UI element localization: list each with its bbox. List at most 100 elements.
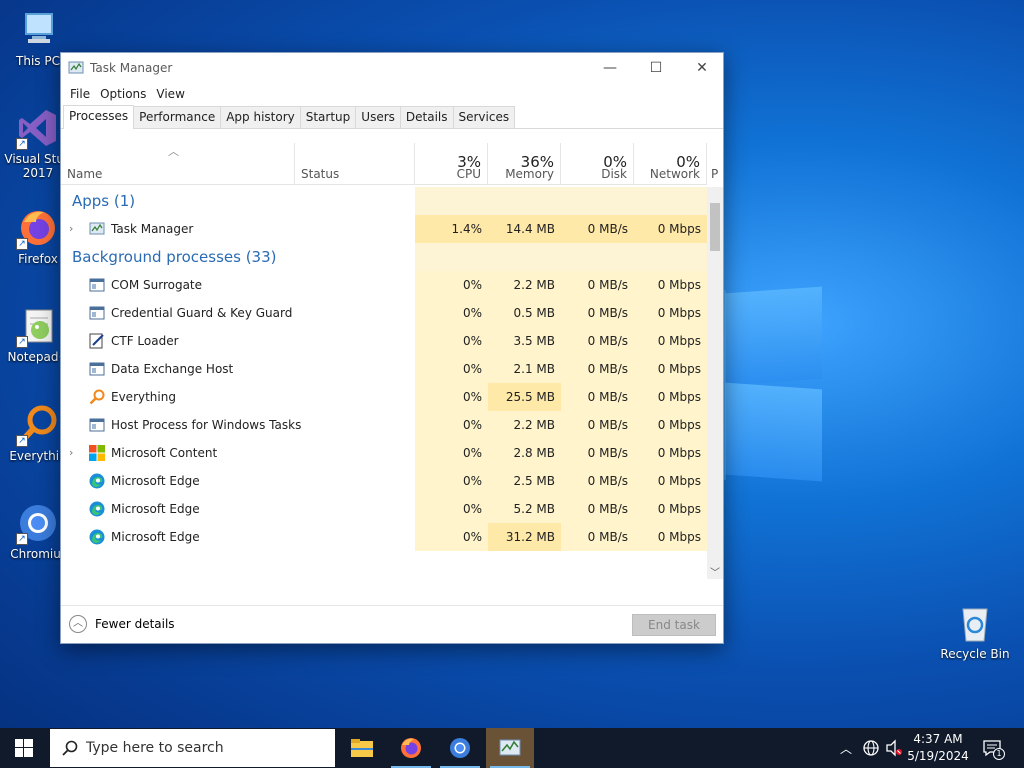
chevron-right-icon[interactable]: › xyxy=(69,215,73,243)
tab-details[interactable]: Details xyxy=(399,106,454,128)
taskbar-task-manager[interactable] xyxy=(486,728,534,768)
process-disk: 0 MB/s xyxy=(561,523,634,551)
taskbar-file-explorer[interactable] xyxy=(338,728,386,768)
tab-users[interactable]: Users xyxy=(355,106,401,128)
group-heading-background[interactable]: Background processes (33) xyxy=(61,243,707,271)
group-label-apps: Apps (1) xyxy=(72,192,136,210)
column-header-cpu[interactable]: 3% CPU xyxy=(415,143,488,185)
process-name: Credential Guard & Key Guard xyxy=(111,306,293,320)
action-center-button[interactable]: 1 xyxy=(982,728,1005,768)
column-label-power-truncated: P xyxy=(711,167,719,181)
end-task-button[interactable]: End task xyxy=(632,614,716,636)
column-label-name: Name xyxy=(67,167,103,181)
start-button[interactable] xyxy=(0,728,48,768)
process-row[interactable]: › Task Manager 1.4% 14.4 MB 0 MB/s 0 Mbp… xyxy=(61,215,707,243)
search-placeholder: Type here to search xyxy=(86,740,224,756)
firefox-icon xyxy=(401,738,421,758)
process-network: 0 Mbps xyxy=(634,299,707,327)
process-row[interactable]: CTF Loader 0% 3.5 MB 0 MB/s 0 Mbps xyxy=(61,327,707,355)
chevron-right-icon[interactable]: › xyxy=(69,439,73,467)
search-icon xyxy=(62,740,78,756)
process-memory: 2.1 MB xyxy=(488,355,561,383)
process-row[interactable]: Microsoft Edge 0% 2.5 MB 0 MB/s 0 Mbps xyxy=(61,467,707,495)
tab-startup[interactable]: Startup xyxy=(299,106,357,128)
sort-up-icon: ︿ xyxy=(168,145,179,158)
process-name: CTF Loader xyxy=(111,334,179,348)
process-row[interactable]: Everything 0% 25.5 MB 0 MB/s 0 Mbps xyxy=(61,383,707,411)
magnifier-icon xyxy=(89,389,105,405)
menu-options[interactable]: Options xyxy=(95,87,151,101)
process-memory: 3.5 MB xyxy=(488,327,561,355)
footer-bar: ︿ Fewer details End task xyxy=(61,605,723,643)
process-name: Data Exchange Host xyxy=(111,362,234,376)
desktop-icon-recycle-bin[interactable]: Recycle Bin xyxy=(939,601,1011,661)
tab-app-history[interactable]: App history xyxy=(220,106,301,128)
process-disk: 0 MB/s xyxy=(561,271,634,299)
show-hidden-icons[interactable]: ︿ xyxy=(840,728,852,768)
column-header-status[interactable]: Status xyxy=(295,143,415,185)
tab-services[interactable]: Services xyxy=(452,106,516,128)
group-label-background: Background processes (33) xyxy=(72,248,277,266)
vertical-scroll-thumb[interactable] xyxy=(710,203,720,251)
volume-muted-icon xyxy=(886,739,902,757)
process-name: Microsoft Edge xyxy=(111,502,200,516)
process-row[interactable]: COM Surrogate 0% 2.2 MB 0 MB/s 0 Mbps xyxy=(61,271,707,299)
process-disk: 0 MB/s xyxy=(561,439,634,467)
process-row[interactable]: Host Process for Windows Tasks 0% 2.2 MB 0 … xyxy=(61,411,707,439)
title-bar[interactable]: Task Manager — ☐ ✕ xyxy=(61,53,723,83)
chevron-up-icon: ︿ xyxy=(69,615,87,633)
column-header-power[interactable]: P xyxy=(707,143,723,185)
process-memory: 2.5 MB xyxy=(488,467,561,495)
menu-view[interactable]: View xyxy=(151,87,189,101)
window-title: Task Manager xyxy=(90,61,173,75)
taskbar-firefox[interactable] xyxy=(387,728,435,768)
taskbar-clock[interactable]: 4:37 AM 5/19/2024 xyxy=(902,731,974,765)
network-tray-button[interactable] xyxy=(862,728,880,768)
process-name: COM Surrogate xyxy=(111,278,203,292)
maximize-button[interactable]: ☐ xyxy=(633,53,679,83)
process-disk: 0 MB/s xyxy=(561,495,634,523)
process-rows: Apps (1) › Task Manager 1.4% 14.4 MB 0 M… xyxy=(61,187,707,551)
notepad-plus-plus-icon: ↗ xyxy=(16,304,60,348)
column-header-memory[interactable]: 36% Memory xyxy=(488,143,561,185)
close-icon: ✕ xyxy=(696,60,708,76)
column-label-disk: Disk xyxy=(601,167,627,181)
close-button[interactable]: ✕ xyxy=(679,53,725,83)
computer-icon xyxy=(16,8,60,52)
clock-time: 4:37 AM xyxy=(913,732,963,746)
tab-processes[interactable]: Processes xyxy=(63,105,135,129)
process-row[interactable]: Microsoft Edge 0% 5.2 MB 0 MB/s 0 Mbps xyxy=(61,495,707,523)
minimize-button[interactable]: — xyxy=(587,53,633,83)
process-row[interactable]: Credential Guard & Key Guard 0% 0.5 MB 0 MB… xyxy=(61,299,707,327)
process-cpu: 0% xyxy=(415,467,488,495)
vertical-scrollbar[interactable]: ﹀ xyxy=(707,187,723,579)
fewer-details-button[interactable]: ︿ Fewer details xyxy=(69,615,175,633)
task-manager-window: Task Manager — ☐ ✕ File Options View Pro… xyxy=(60,52,724,644)
process-name: Microsoft Edge xyxy=(111,530,200,544)
scroll-down-icon[interactable]: ﹀ xyxy=(710,564,720,579)
column-label-cpu: CPU xyxy=(456,167,481,181)
taskbar-search-box[interactable]: Type here to search xyxy=(50,729,335,767)
notification-count-badge: 1 xyxy=(993,748,1005,760)
column-header-name[interactable]: ︿ Name xyxy=(61,143,295,185)
group-heading-apps[interactable]: Apps (1) xyxy=(61,187,707,215)
column-header-disk[interactable]: 0% Disk xyxy=(561,143,634,185)
process-memory: 25.5 MB xyxy=(488,383,561,411)
volume-tray-button[interactable] xyxy=(885,728,903,768)
network-globe-icon xyxy=(863,740,879,756)
column-header-row: ︿ Name Status 3% CPU 36% Memory 0% Disk … xyxy=(61,143,718,185)
microsoft-logo-icon xyxy=(89,445,105,461)
process-memory: 14.4 MB xyxy=(488,215,561,243)
taskbar-chromium[interactable] xyxy=(436,728,484,768)
tab-performance[interactable]: Performance xyxy=(133,106,222,128)
menu-bar: File Options View xyxy=(61,83,723,105)
menu-file[interactable]: File xyxy=(65,87,95,101)
process-row[interactable]: › Microsoft Content 0% 2.8 MB 0 MB/s 0 Mbps xyxy=(61,439,707,467)
column-header-network[interactable]: 0% Network xyxy=(634,143,707,185)
process-network: 0 Mbps xyxy=(634,271,707,299)
chromium-icon: ↗ xyxy=(16,501,60,545)
process-row[interactable]: Microsoft Edge 0% 31.2 MB 0 MB/s 0 Mbps xyxy=(61,523,707,551)
process-row[interactable]: Data Exchange Host 0% 2.1 MB 0 MB/s 0 Mbps xyxy=(61,355,707,383)
desktop-icon-label: Recycle Bin xyxy=(940,647,1010,661)
process-cpu: 0% xyxy=(415,355,488,383)
